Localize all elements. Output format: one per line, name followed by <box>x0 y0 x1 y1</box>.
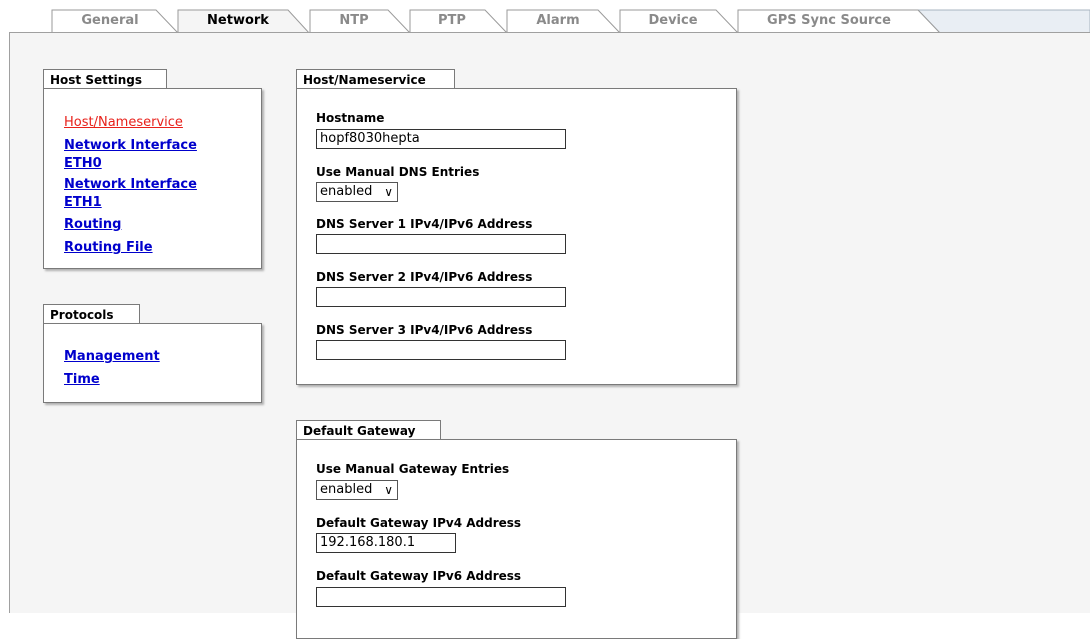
manual-dns-label: Use Manual DNS Entries <box>316 165 480 179</box>
dns1-input[interactable] <box>316 234 566 254</box>
tab-ptp[interactable]: PTP <box>416 13 488 29</box>
tab-gps-sync-source[interactable]: GPS Sync Source <box>748 13 910 29</box>
dns2-label: DNS Server 2 IPv4/IPv6 Address <box>316 270 533 284</box>
manual-gateway-select[interactable]: enabled ∨ <box>316 480 398 500</box>
protocols-legend: Protocols <box>43 304 140 324</box>
main-content: Host Settings Host/Nameservice Network I… <box>9 32 1090 639</box>
nav-link-routing-file[interactable]: Routing File <box>64 239 153 257</box>
nav-link-eth1-line1: Network Interface <box>64 177 197 192</box>
nav-link-host-nameservice[interactable]: Host/Nameservice <box>64 114 183 132</box>
nav-link-routing[interactable]: Routing <box>64 216 121 234</box>
nav-link-eth1-line2: ETH1 <box>64 195 102 210</box>
protocols-panel: Management Time <box>43 323 262 403</box>
protocols-title: Protocols <box>50 308 114 322</box>
gateway-ipv6-label: Default Gateway IPv6 Address <box>316 569 522 583</box>
host-settings-title: Host Settings <box>50 73 142 87</box>
nav-link-time[interactable]: Time <box>64 371 100 389</box>
chevron-down-icon: ∨ <box>384 185 393 199</box>
host-nameservice-legend: Host/Nameservice <box>296 69 455 89</box>
default-gateway-title: Default Gateway <box>303 424 416 438</box>
hostname-input[interactable]: hopf8030hepta <box>316 129 566 149</box>
tab-network[interactable]: Network <box>186 13 290 29</box>
nav-link-network-interface-eth1[interactable]: Network Interface ETH1 <box>64 176 197 212</box>
tab-ntp[interactable]: NTP <box>318 13 390 29</box>
nav-link-eth0-line1: Network Interface <box>64 138 197 153</box>
hostname-label: Hostname <box>316 111 385 125</box>
tab-device[interactable]: Device <box>626 13 720 29</box>
tab-alarm[interactable]: Alarm <box>514 13 602 29</box>
chevron-down-icon: ∨ <box>384 483 393 497</box>
host-nameservice-panel: Hostname hopf8030hepta Use Manual DNS En… <box>296 88 737 385</box>
dns2-input[interactable] <box>316 287 566 307</box>
default-gateway-panel: Use Manual Gateway Entries enabled ∨ Def… <box>296 439 737 639</box>
gateway-ipv4-label: Default Gateway IPv4 Address <box>316 516 522 530</box>
manual-dns-value: enabled <box>320 184 373 199</box>
manual-gateway-value: enabled <box>320 482 373 497</box>
gateway-ipv4-input[interactable]: 192.168.180.1 <box>316 533 456 553</box>
manual-dns-select[interactable]: enabled ∨ <box>316 182 398 202</box>
tab-general[interactable]: General <box>62 13 158 29</box>
host-settings-panel: Host/Nameservice Network Interface ETH0 … <box>43 88 262 269</box>
nav-link-network-interface-eth0[interactable]: Network Interface ETH0 <box>64 137 197 173</box>
nav-link-eth0-line2: ETH0 <box>64 156 102 171</box>
host-settings-legend: Host Settings <box>43 69 167 89</box>
dns3-label: DNS Server 3 IPv4/IPv6 Address <box>316 323 533 337</box>
dns1-label: DNS Server 1 IPv4/IPv6 Address <box>316 217 533 231</box>
gateway-ipv6-input[interactable] <box>316 587 566 607</box>
dns3-input[interactable] <box>316 340 566 360</box>
host-nameservice-title: Host/Nameservice <box>303 73 426 87</box>
tab-bar: General Network NTP PTP Alarm Device GPS… <box>0 0 1090 34</box>
nav-link-management[interactable]: Management <box>64 348 160 366</box>
default-gateway-legend: Default Gateway <box>296 420 441 440</box>
manual-gateway-label: Use Manual Gateway Entries <box>316 462 510 476</box>
